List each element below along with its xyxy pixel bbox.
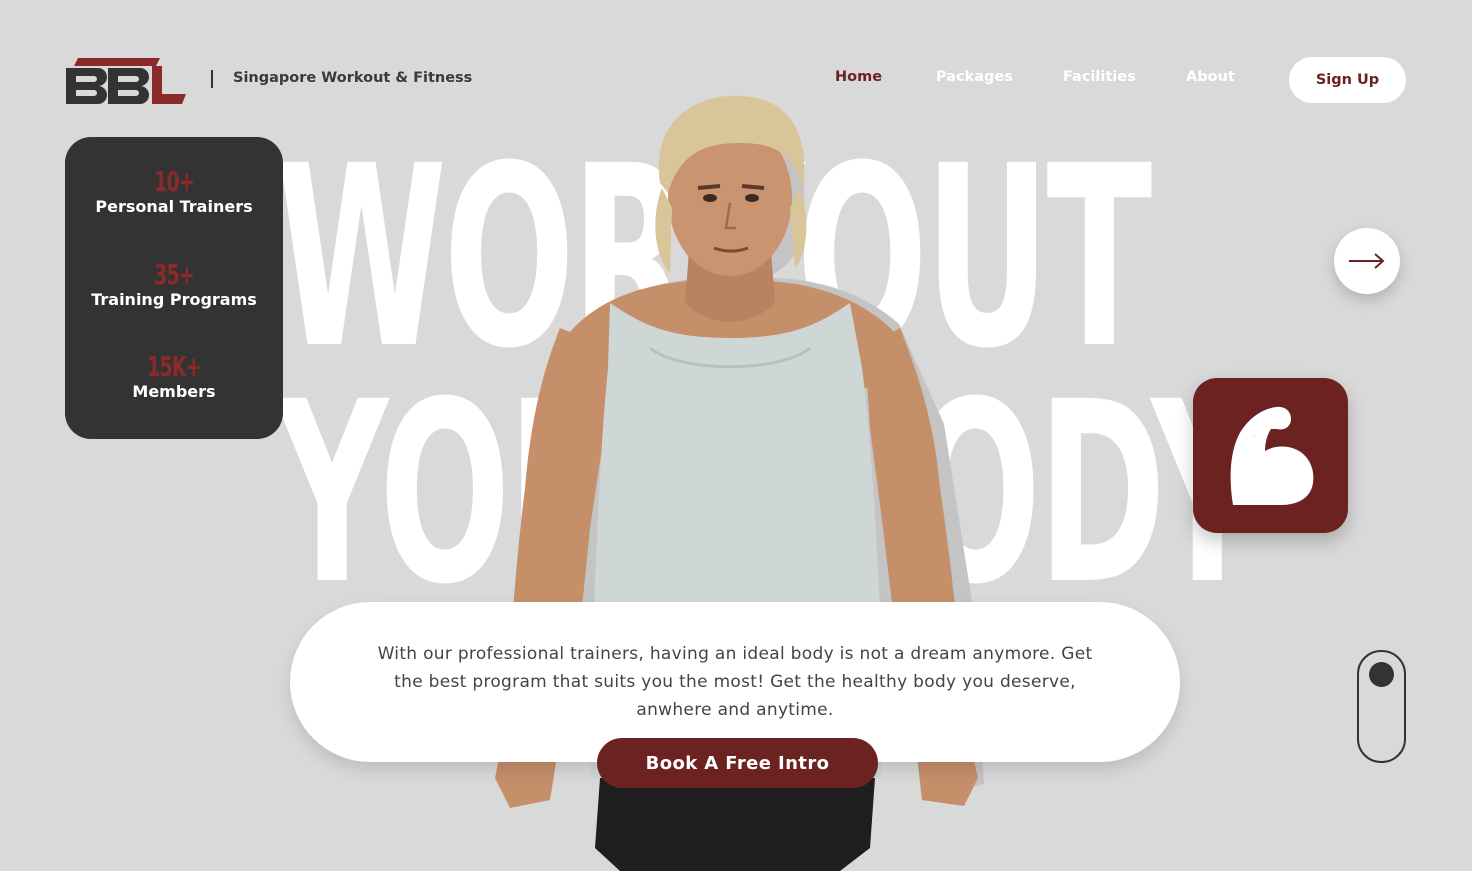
flexed-bicep-icon: [1230, 406, 1313, 505]
brand-logo[interactable]: [64, 56, 188, 106]
nav-about[interactable]: About: [1186, 69, 1235, 85]
nav-packages[interactable]: Packages: [936, 69, 1013, 85]
stat-value: 15K+: [147, 350, 202, 383]
stat-value: 10+: [154, 165, 195, 198]
book-intro-button[interactable]: Book A Free Intro: [597, 738, 878, 788]
feature-tile[interactable]: [1193, 378, 1348, 533]
next-arrow-button[interactable]: [1334, 228, 1400, 294]
stat-value: 35+: [154, 258, 195, 291]
logo-divider: [211, 70, 213, 88]
scroll-indicator-icon[interactable]: [1357, 650, 1406, 763]
arrow-right-icon: [1349, 253, 1385, 269]
nav-home[interactable]: Home: [835, 69, 882, 85]
nav-facilities[interactable]: Facilities: [1063, 69, 1136, 85]
stat-label: Personal Trainers: [95, 197, 253, 216]
stat-trainers: 10+ Personal Trainers: [65, 167, 283, 217]
stat-programs: 35+ Training Programs: [65, 260, 283, 310]
stat-label: Training Programs: [91, 290, 257, 309]
hero-description: With our professional trainers, having a…: [377, 644, 1093, 720]
stats-card: 10+ Personal Trainers 35+ Training Progr…: [65, 137, 283, 439]
stat-members: 15K+ Members: [65, 352, 283, 402]
stat-label: Members: [132, 382, 216, 401]
sign-up-button[interactable]: Sign Up: [1289, 57, 1406, 103]
scroll-indicator-dot: [1369, 662, 1394, 687]
brand-tagline: Singapore Workout & Fitness: [233, 70, 473, 86]
